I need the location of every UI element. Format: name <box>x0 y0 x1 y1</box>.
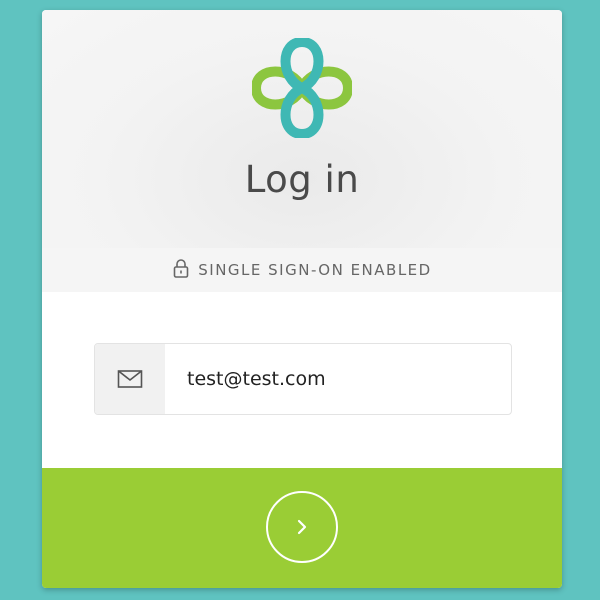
email-addon <box>95 344 165 414</box>
submit-area <box>42 468 562 588</box>
clover-logo <box>252 38 352 138</box>
lock-icon <box>173 259 189 278</box>
email-input[interactable] <box>165 344 511 414</box>
login-card: Log in SINGLE SIGN-ON ENABLED <box>42 10 562 588</box>
chevron-right-icon <box>297 519 307 535</box>
envelope-icon <box>117 370 143 388</box>
submit-button[interactable] <box>266 491 338 563</box>
page-title: Log in <box>244 158 360 201</box>
email-field-group <box>94 343 512 415</box>
form-body <box>42 292 562 468</box>
sso-status: SINGLE SIGN-ON ENABLED <box>42 248 562 292</box>
sso-label: SINGLE SIGN-ON ENABLED <box>198 261 432 279</box>
